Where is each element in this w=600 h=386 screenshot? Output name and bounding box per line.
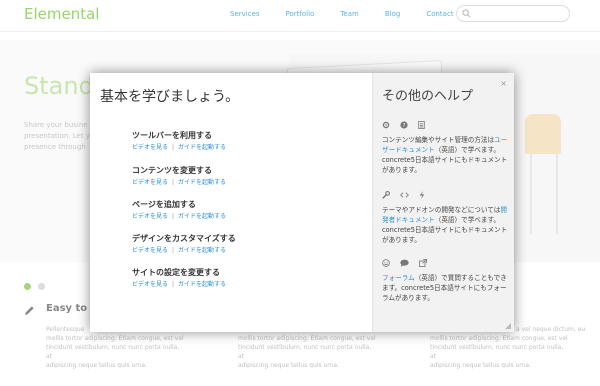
task-customize-design: デザインをカスタマイズする ビデオを見る | ガイドを起動する — [132, 233, 236, 254]
column-text-line: a vel neque dictum, eu — [516, 326, 586, 333]
link-separator: | — [172, 247, 175, 254]
question-icon: ? — [400, 121, 408, 129]
task-title: ページを追加する — [132, 200, 196, 209]
column-text-line: adipiscing neque tellus quis urna. — [46, 362, 148, 369]
help-section-user-docs: ? コンテンツ編集やサイト管理の方法はユーザードキュメント（英語）で学べます。c… — [382, 121, 510, 175]
task-links: ビデオを見る | ガイドを起動する — [132, 279, 226, 288]
task-change-site-settings: サイトの設定を変更する ビデオを見る | ガイドを起動する — [132, 267, 226, 288]
task-change-content: コンテンツを変更する ビデオを見る | ガイドを起動する — [132, 165, 226, 186]
column-text-line: mollis tortor adipiscing. Etiam congue, … — [238, 335, 376, 342]
feature-column: mollis tortor adipiscing. Etiam congue, … — [238, 334, 378, 370]
external-link-icon — [419, 259, 427, 267]
more-help-panel: × その他のヘルプ ? コンテンツ編集やサイト管理の方法はユーザードキュメント（… — [372, 73, 514, 332]
smile-icon — [382, 259, 390, 267]
wrench-icon — [382, 191, 390, 199]
task-links: ビデオを見る | ガイドを起動する — [132, 245, 236, 254]
launch-guide-link[interactable]: ガイドを起動する — [178, 213, 226, 220]
dialog-title: 基本を学びましょう。 — [100, 89, 240, 105]
chair-leg — [530, 154, 532, 234]
help-text: フォーラム（英語）で質問することもできます。concrete5日本語サイトにもフ… — [382, 274, 507, 302]
task-links: ビデオを見る | ガイドを起動する — [132, 211, 226, 220]
watch-video-link[interactable]: ビデオを見る — [132, 281, 168, 288]
slider-dot[interactable] — [38, 283, 45, 290]
help-section-developer-docs: テーマやアドオンの開発などについては開発者ドキュメント（英語）で学べます。con… — [382, 191, 510, 245]
task-links: ビデオを見る | ガイドを起動する — [132, 142, 226, 151]
hero-text-line: presentation. Let y — [24, 132, 90, 140]
lightning-icon — [419, 191, 425, 199]
search-icon — [462, 9, 471, 18]
site-header: Elemental Services Portfolio Team Blog C… — [0, 0, 600, 32]
nav-item-blog[interactable]: Blog — [385, 10, 400, 18]
site-nav: Services Portfolio Team Blog Contact — [230, 10, 480, 18]
launch-guide-link[interactable]: ガイドを起動する — [178, 144, 226, 151]
task-title: デザインをカスタマイズする — [132, 234, 236, 243]
watch-video-link[interactable]: ビデオを見る — [132, 144, 168, 151]
basics-panel: 基本を学びましょう。 ツールバーを利用する ビデオを見る | ガイドを起動する コン… — [90, 73, 372, 332]
hero-text-line: presence through — [24, 143, 86, 151]
column-text-line: tincidunt vestibulum, nunc nunc porta nu… — [46, 344, 180, 360]
code-icon — [400, 192, 409, 198]
feature-column: mollis tortor adipiscing. Etiam congue, … — [430, 334, 570, 370]
task-title: ツールバーを利用する — [132, 131, 212, 140]
comment-icon — [400, 259, 409, 267]
task-title: コンテンツを変更する — [132, 166, 212, 175]
help-section-forum: フォーラム（英語）で質問することもできます。concrete5日本語サイトにもフ… — [382, 259, 510, 303]
task-links: ビデオを見る | ガイドを起動する — [132, 177, 226, 186]
slider-dots — [24, 283, 52, 290]
nav-item-team[interactable]: Team — [340, 10, 359, 18]
column-text-line: tincidunt vestibulum, nunc nunc porta nu… — [238, 344, 372, 360]
learn-basics-dialog: 基本を学びましょう。 ツールバーを利用する ビデオを見る | ガイドを起動する コン… — [90, 73, 514, 332]
hero-text: Share your busine presentation. Let y pr… — [24, 120, 94, 153]
launch-guide-link[interactable]: ガイドを起動する — [178, 179, 226, 186]
chair-leg — [556, 154, 558, 234]
nav-item-contact[interactable]: Contact — [426, 10, 453, 18]
link-separator: | — [172, 213, 175, 220]
forum-link[interactable]: フォーラム — [382, 274, 415, 282]
svg-text:?: ? — [403, 123, 406, 129]
help-text: テーマやアドオンの開発などについては開発者ドキュメント（英語）で学べます。con… — [382, 206, 508, 244]
feature-column: a vel neque dictum, eu — [516, 325, 600, 334]
help-title: その他のヘルプ — [382, 89, 474, 104]
column-text-line: tincidunt vestibulum, nunc nunc porta nu… — [430, 344, 564, 360]
hero-text-line: Share your busine — [24, 121, 88, 129]
document-icon — [418, 121, 425, 129]
watch-video-link[interactable]: ビデオを見る — [132, 247, 168, 254]
help-icons — [382, 259, 510, 268]
watch-video-link[interactable]: ビデオを見る — [132, 213, 168, 220]
column-text-line: adipiscing neque tellus quis urna. — [430, 362, 532, 369]
nav-item-services[interactable]: Services — [230, 10, 260, 18]
task-title: サイトの設定を変更する — [132, 268, 220, 277]
help-text: コンテンツ編集やサイト管理の方法はユーザードキュメント（英語）で学べます。con… — [382, 136, 508, 174]
launch-guide-link[interactable]: ガイドを起動する — [178, 247, 226, 254]
close-icon[interactable]: × — [500, 79, 507, 88]
link-separator: | — [172, 281, 175, 288]
help-icons — [382, 191, 510, 200]
help-icons: ? — [382, 121, 510, 130]
chair-seat — [525, 114, 561, 154]
gear-icon — [382, 121, 390, 129]
slider-dot-active[interactable] — [24, 283, 31, 290]
link-separator: | — [172, 179, 175, 186]
watch-video-link[interactable]: ビデオを見る — [132, 179, 168, 186]
resize-handle-icon[interactable] — [505, 323, 511, 329]
site-logo[interactable]: Elemental — [24, 5, 99, 23]
column-text-line: adipiscing neque tellus quis urna. — [238, 362, 340, 369]
feature-heading: Easy to I — [46, 303, 95, 314]
launch-guide-link[interactable]: ガイドを起動する — [178, 281, 226, 288]
link-separator: | — [172, 144, 175, 151]
column-text-line: mollis tortor adipiscing. Etiam congue, … — [430, 335, 568, 342]
task-add-page: ページを追加する ビデオを見る | ガイドを起動する — [132, 199, 226, 220]
site-search-input[interactable] — [456, 5, 570, 22]
nav-item-portfolio[interactable]: Portfolio — [286, 10, 315, 18]
column-text-line: mollis tortor adipiscing. Etiam congue, … — [46, 335, 184, 342]
task-use-toolbar: ツールバーを利用する ビデオを見る | ガイドを起動する — [132, 130, 226, 151]
